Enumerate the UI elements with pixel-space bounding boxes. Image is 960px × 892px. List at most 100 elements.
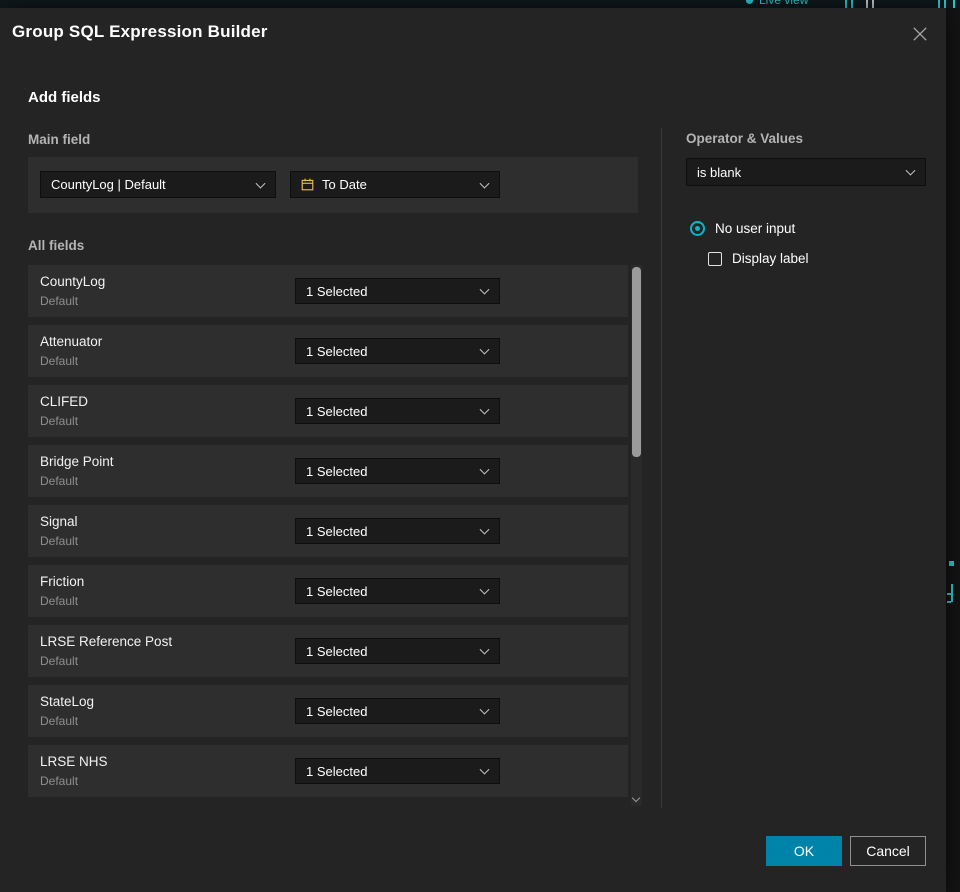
all-fields-label: All fields: [28, 238, 85, 253]
chevron-down-icon: [479, 704, 490, 715]
backdrop-top-strip: Live view: [0, 0, 960, 8]
main-field-dropdown[interactable]: CountyLog | Default: [40, 171, 276, 198]
chevron-down-icon: [479, 284, 490, 295]
field-selected-dropdown[interactable]: 1 Selected: [295, 578, 500, 604]
field-row[interactable]: Friction Default 1 Selected: [28, 565, 628, 617]
close-button[interactable]: [910, 24, 930, 44]
chevron-down-icon: [479, 764, 490, 775]
field-selected-dropdown[interactable]: 1 Selected: [295, 278, 500, 304]
operator-dropdown[interactable]: is blank: [686, 158, 926, 186]
operator-values-label: Operator & Values: [686, 131, 804, 146]
backdrop-icon-bar: [845, 0, 847, 8]
no-user-input-radio[interactable]: No user input: [690, 221, 795, 236]
main-field-dropdown-value: CountyLog | Default: [51, 177, 166, 192]
field-row[interactable]: Attenuator Default 1 Selected: [28, 325, 628, 377]
radio-selected-icon: [690, 221, 705, 236]
field-name: Friction: [40, 574, 85, 589]
chevron-down-icon: [479, 584, 490, 595]
display-label-label: Display label: [732, 251, 809, 266]
field-sub-label: Default: [40, 654, 79, 668]
backdrop-artifact: [951, 584, 953, 602]
backdrop-icon-bar: [866, 0, 868, 8]
field-row[interactable]: CLIFED Default 1 Selected: [28, 385, 628, 437]
backdrop-icon-bar: [944, 0, 946, 8]
scrollbar-thumb[interactable]: [632, 267, 641, 457]
field-selected-dropdown[interactable]: 1 Selected: [295, 698, 500, 724]
field-sub-label: Default: [40, 474, 79, 488]
field-row[interactable]: Signal Default 1 Selected: [28, 505, 628, 557]
all-fields-list: CountyLog Default 1 Selected Attenuator …: [28, 265, 628, 805]
fields-list-scrollbar[interactable]: [631, 265, 642, 806]
dialog-title: Group SQL Expression Builder: [12, 22, 268, 41]
field-sub-label: Default: [40, 414, 79, 428]
field-selected-dropdown[interactable]: 1 Selected: [295, 398, 500, 424]
field-selected-dropdown-label: 1 Selected: [306, 343, 368, 359]
backdrop-right-strip: [946, 8, 960, 892]
field-name: LRSE Reference Post: [40, 634, 173, 649]
display-label-checkbox[interactable]: Display label: [708, 251, 809, 266]
backdrop-artifact: [947, 601, 951, 603]
calendar-icon: [301, 178, 314, 191]
field-sub-label: Default: [40, 714, 79, 728]
checkbox-unchecked-icon: [708, 251, 722, 266]
live-view-label: Live view: [759, 0, 809, 7]
column-divider: [661, 128, 662, 808]
field-name: StateLog: [40, 694, 95, 709]
no-user-input-label: No user input: [715, 221, 796, 236]
field-name: Bridge Point: [40, 454, 114, 469]
chevron-down-icon: [255, 178, 266, 189]
field-sub-label: Default: [40, 774, 79, 788]
scrollbar-down-arrow-icon[interactable]: [631, 793, 641, 803]
field-row[interactable]: CountyLog Default 1 Selected: [28, 265, 628, 317]
field-name: Attenuator: [40, 334, 103, 349]
backdrop-icon-bar: [851, 0, 853, 8]
field-name: Signal: [40, 514, 78, 529]
chevron-down-icon: [479, 524, 490, 535]
field-name: CountyLog: [40, 274, 106, 289]
field-selected-dropdown-label: 1 Selected: [306, 283, 368, 299]
main-field-type-dropdown-value: To Date: [322, 177, 367, 192]
chevron-down-icon: [905, 165, 916, 176]
main-field-type-dropdown[interactable]: To Date: [290, 171, 500, 198]
field-row[interactable]: LRSE Reference Post Default 1 Selected: [28, 625, 628, 677]
field-selected-dropdown-label: 1 Selected: [306, 583, 368, 599]
cancel-button[interactable]: Cancel: [850, 836, 926, 866]
field-sub-label: Default: [40, 354, 79, 368]
main-field-panel: CountyLog | Default To Date: [28, 157, 638, 213]
field-selected-dropdown[interactable]: 1 Selected: [295, 758, 500, 784]
group-sql-expression-builder-dialog: Group SQL Expression Builder Add fields …: [0, 8, 946, 892]
field-selected-dropdown[interactable]: 1 Selected: [295, 338, 500, 364]
chevron-down-icon: [479, 344, 490, 355]
main-field-label: Main field: [28, 132, 91, 147]
field-row[interactable]: Bridge Point Default 1 Selected: [28, 445, 628, 497]
field-selected-dropdown-label: 1 Selected: [306, 763, 368, 779]
chevron-down-icon: [479, 644, 490, 655]
backdrop-icon-bar: [872, 0, 874, 8]
field-name: CLIFED: [40, 394, 89, 409]
close-icon: [913, 27, 927, 41]
field-sub-label: Default: [40, 534, 79, 548]
field-row[interactable]: StateLog Default 1 Selected: [28, 685, 628, 737]
backdrop-icon-bar: [938, 0, 940, 8]
field-selected-dropdown[interactable]: 1 Selected: [295, 518, 500, 544]
ok-button[interactable]: OK: [766, 836, 842, 866]
operator-dropdown-value: is blank: [697, 164, 742, 180]
field-selected-dropdown[interactable]: 1 Selected: [295, 638, 500, 664]
field-sub-label: Default: [40, 594, 79, 608]
field-row[interactable]: LRSE NHS Default 1 Selected: [28, 745, 628, 797]
field-sub-label: Default: [40, 294, 79, 308]
chevron-down-icon: [479, 178, 490, 189]
chevron-down-icon: [479, 464, 490, 475]
field-selected-dropdown-label: 1 Selected: [306, 703, 368, 719]
backdrop-artifact: [947, 593, 951, 595]
add-fields-heading: Add fields: [28, 89, 101, 106]
backdrop-artifact: [949, 561, 954, 566]
live-view-dot-icon: [746, 0, 753, 4]
chevron-down-icon: [479, 404, 490, 415]
field-selected-dropdown-label: 1 Selected: [306, 643, 368, 659]
field-selected-dropdown[interactable]: 1 Selected: [295, 458, 500, 484]
field-name: LRSE NHS: [40, 754, 108, 769]
backdrop-icon-bar: [953, 0, 955, 8]
field-selected-dropdown-label: 1 Selected: [306, 463, 368, 479]
live-view-indicator: Live view: [746, 0, 808, 7]
